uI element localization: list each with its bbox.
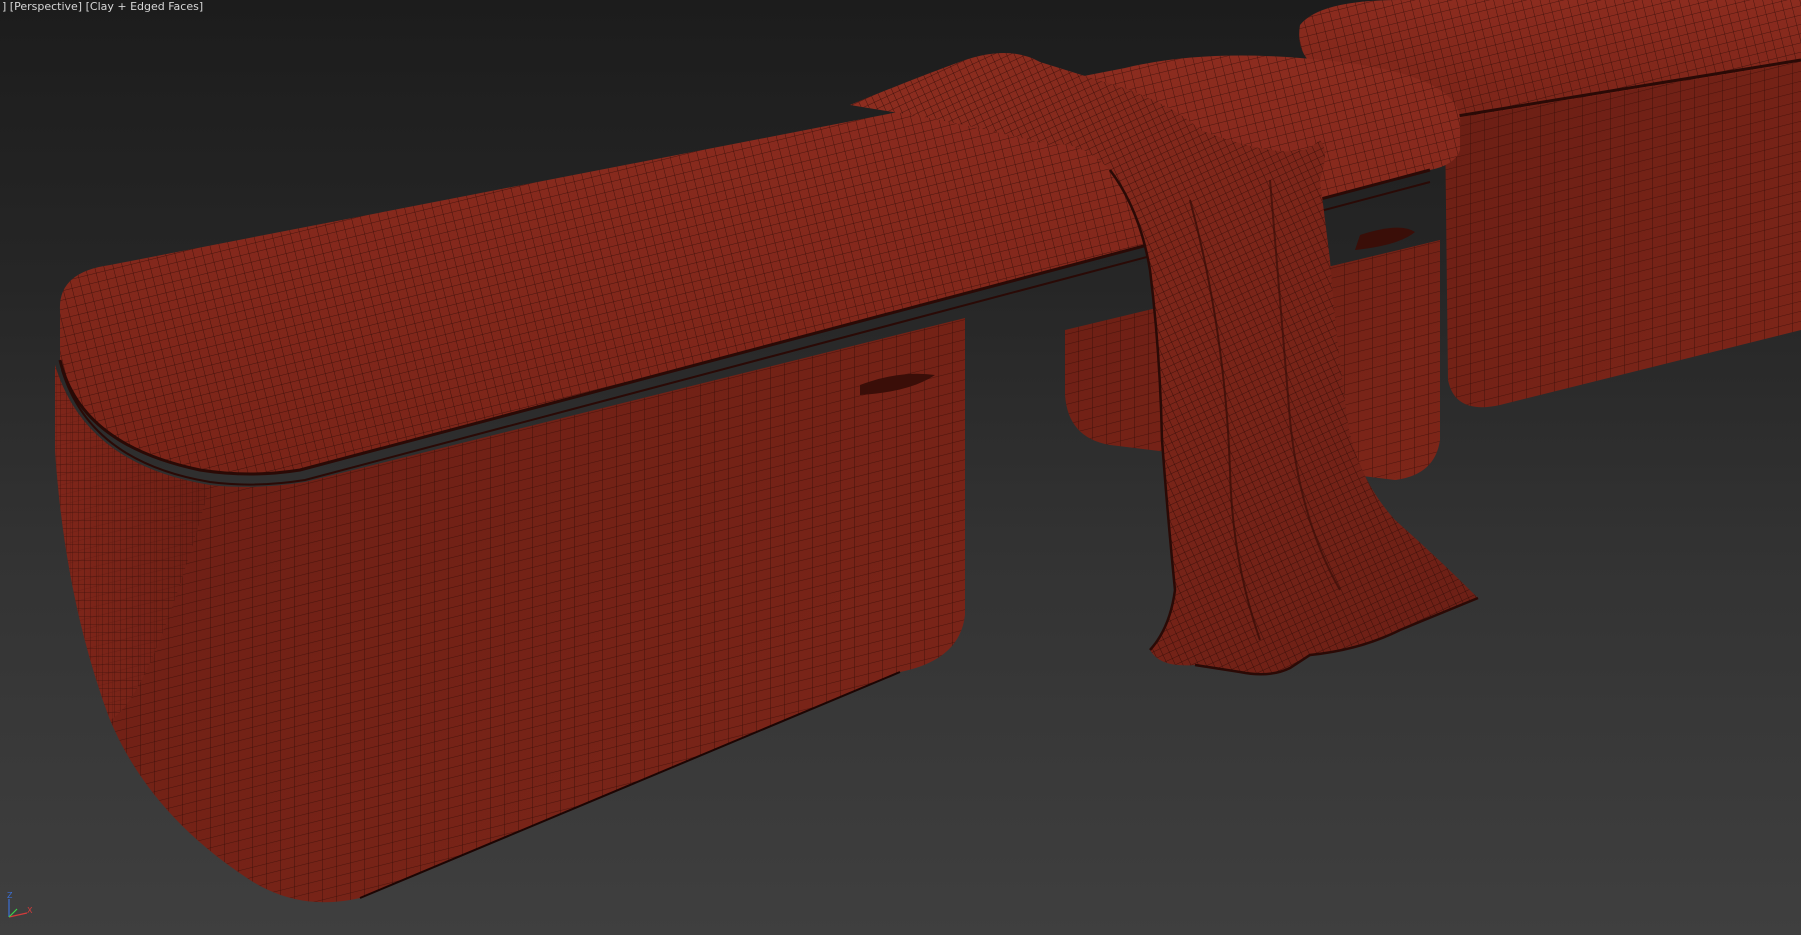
viewport-perspective[interactable]: ] [Perspective] [Clay + Edged Faces] Z X <box>0 0 1801 935</box>
axis-gizmo-icon: Z X <box>7 891 33 918</box>
view-mode-menu[interactable]: [Perspective] <box>10 0 82 13</box>
scene-canvas[interactable] <box>0 0 1801 935</box>
shading-mode-menu[interactable]: [Clay + Edged Faces] <box>86 0 204 13</box>
viewport-label: ] [Perspective] [Clay + Edged Faces] <box>2 0 203 13</box>
viewport-label-prefix: ] <box>2 0 7 13</box>
axis-x-label: X <box>27 906 33 915</box>
axis-z-label: Z <box>7 891 13 900</box>
